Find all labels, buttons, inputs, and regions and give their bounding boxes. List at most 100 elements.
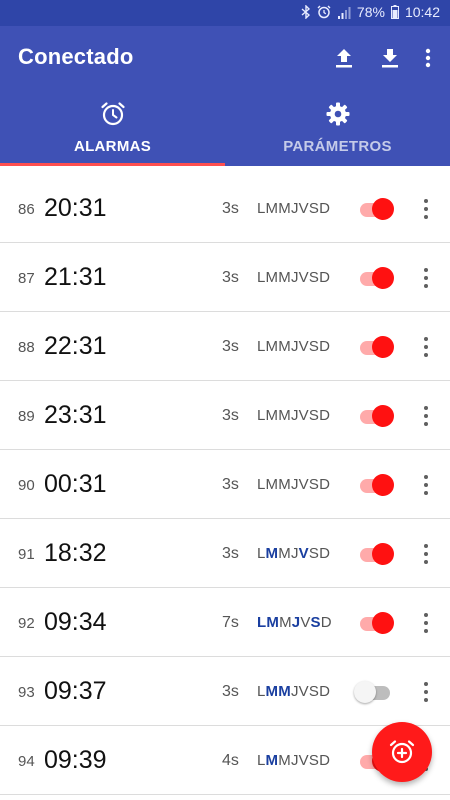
- alarm-row[interactable]: 91 18:32 3s LMMJVSD: [0, 519, 450, 588]
- alarm-duration: 4s: [222, 752, 239, 769]
- alarm-enable-switch[interactable]: [358, 197, 394, 221]
- weekday-letter: D: [319, 269, 331, 286]
- more-vert-icon[interactable]: [416, 541, 436, 567]
- alarm-number: 89: [18, 408, 35, 425]
- alarm-days: LMMJVSD: [257, 476, 330, 493]
- menu-dot: [424, 284, 428, 288]
- alarm-number: 87: [18, 270, 35, 287]
- weekday-letter: M: [279, 614, 292, 631]
- weekday-letter: J: [290, 683, 299, 700]
- weekday-letter: M: [278, 338, 291, 355]
- menu-dot: [424, 544, 428, 548]
- weekday-letter: S: [308, 200, 320, 217]
- tab-parametros-label: PARÁMETROS: [283, 138, 392, 155]
- add-alarm-icon: [389, 740, 415, 764]
- alarm-row[interactable]: 87 21:31 3s LMMJVSD: [0, 243, 450, 312]
- menu-dot: [424, 560, 428, 564]
- alarm-duration: 3s: [222, 200, 239, 217]
- weekday-letter: J: [290, 407, 299, 424]
- menu-dot: [424, 406, 428, 410]
- tab-alarmas-label: ALARMAS: [73, 138, 152, 155]
- alarm-row[interactable]: 92 09:34 7s LMMJVSD: [0, 588, 450, 657]
- menu-dot: [424, 207, 428, 211]
- alarm-time: 09:34: [44, 608, 107, 636]
- switch-thumb: [372, 474, 394, 496]
- switch-thumb: [354, 681, 376, 703]
- alarm-row[interactable]: 89 23:31 3s LMMJVSD: [0, 381, 450, 450]
- weekday-letter: M: [265, 476, 279, 493]
- alarm-time: 18:32: [44, 539, 107, 567]
- more-vert-icon[interactable]: [416, 196, 436, 222]
- alarm-row[interactable]: 90 00:31 3s LMMJVSD: [0, 450, 450, 519]
- menu-dot: [424, 345, 428, 349]
- weekday-letter: S: [308, 269, 320, 286]
- weekday-letter: M: [266, 614, 280, 631]
- menu-dot: [424, 268, 428, 272]
- more-vert-icon[interactable]: [416, 334, 436, 360]
- menu-dot: [424, 690, 428, 694]
- alarm-enable-switch[interactable]: [358, 473, 394, 497]
- weekday-letter: L: [257, 407, 266, 424]
- weekday-letter: S: [308, 407, 320, 424]
- alarm-clock-icon: [100, 100, 126, 128]
- alarm-row[interactable]: 86 20:31 3s LMMJVSD: [0, 174, 450, 243]
- weekday-letter: J: [290, 200, 299, 217]
- alarm-time: 20:31: [44, 194, 107, 222]
- upload-icon: [336, 49, 352, 68]
- alarm-enable-switch[interactable]: [358, 611, 394, 635]
- menu-dot: [424, 621, 428, 625]
- more-vert-icon: [425, 48, 431, 68]
- weekday-letter: J: [290, 476, 299, 493]
- tab-alarmas[interactable]: ALARMAS: [0, 96, 225, 166]
- alarm-number: 91: [18, 546, 35, 563]
- weekday-letter: J: [290, 752, 299, 769]
- weekday-letter: D: [319, 683, 331, 700]
- more-vert-icon[interactable]: [416, 472, 436, 498]
- alarm-row[interactable]: 93 09:37 3s LMMJVSD: [0, 657, 450, 726]
- overflow-menu-button[interactable]: [416, 41, 440, 75]
- weekday-letter: M: [265, 407, 279, 424]
- menu-dot: [424, 422, 428, 426]
- weekday-letter: V: [298, 752, 309, 769]
- alarm-duration: 3s: [222, 407, 239, 424]
- menu-dot: [424, 353, 428, 357]
- menu-dot: [424, 337, 428, 341]
- download-icon: [382, 49, 398, 68]
- menu-dot: [424, 215, 428, 219]
- more-vert-icon[interactable]: [416, 679, 436, 705]
- alarm-days: LMMJVSD: [257, 545, 330, 562]
- weekday-letter: D: [320, 614, 332, 631]
- weekday-letter: V: [298, 269, 309, 286]
- alarm-enable-switch[interactable]: [354, 680, 394, 704]
- signal-icon: [337, 6, 351, 19]
- menu-dot: [424, 629, 428, 633]
- more-vert-icon[interactable]: [416, 610, 436, 636]
- alarm-row[interactable]: 88 22:31 3s LMMJVSD: [0, 312, 450, 381]
- alarm-days: LMMJVSD: [257, 407, 330, 424]
- weekday-letter: V: [298, 476, 309, 493]
- gear-icon: [325, 100, 351, 128]
- alarm-duration: 3s: [222, 338, 239, 355]
- clock: 10:42: [404, 4, 440, 20]
- weekday-letter: L: [257, 752, 266, 769]
- alarm-time: 09:39: [44, 746, 107, 774]
- alarm-days: LMMJVSD: [257, 614, 332, 631]
- download-button[interactable]: [370, 41, 410, 75]
- alarm-duration: 3s: [222, 476, 239, 493]
- add-alarm-button[interactable]: [372, 722, 432, 782]
- weekday-letter: D: [319, 476, 331, 493]
- weekday-letter: L: [257, 683, 266, 700]
- upload-button[interactable]: [324, 41, 364, 75]
- tab-parametros[interactable]: PARÁMETROS: [225, 96, 450, 166]
- menu-dot: [424, 698, 428, 702]
- weekday-letter: S: [308, 338, 320, 355]
- alarm-list: 86 20:31 3s LMMJVSD 87 21:31 3s LMMJVSD 88 22:31 3…: [0, 174, 450, 795]
- more-vert-icon[interactable]: [416, 265, 436, 291]
- alarm-enable-switch[interactable]: [358, 404, 394, 428]
- more-vert-icon[interactable]: [416, 403, 436, 429]
- alarm-enable-switch[interactable]: [358, 335, 394, 359]
- alarm-enable-switch[interactable]: [358, 266, 394, 290]
- alarm-enable-switch[interactable]: [358, 542, 394, 566]
- alarm-number: 90: [18, 477, 35, 494]
- alarm-days: LMMJVSD: [257, 200, 330, 217]
